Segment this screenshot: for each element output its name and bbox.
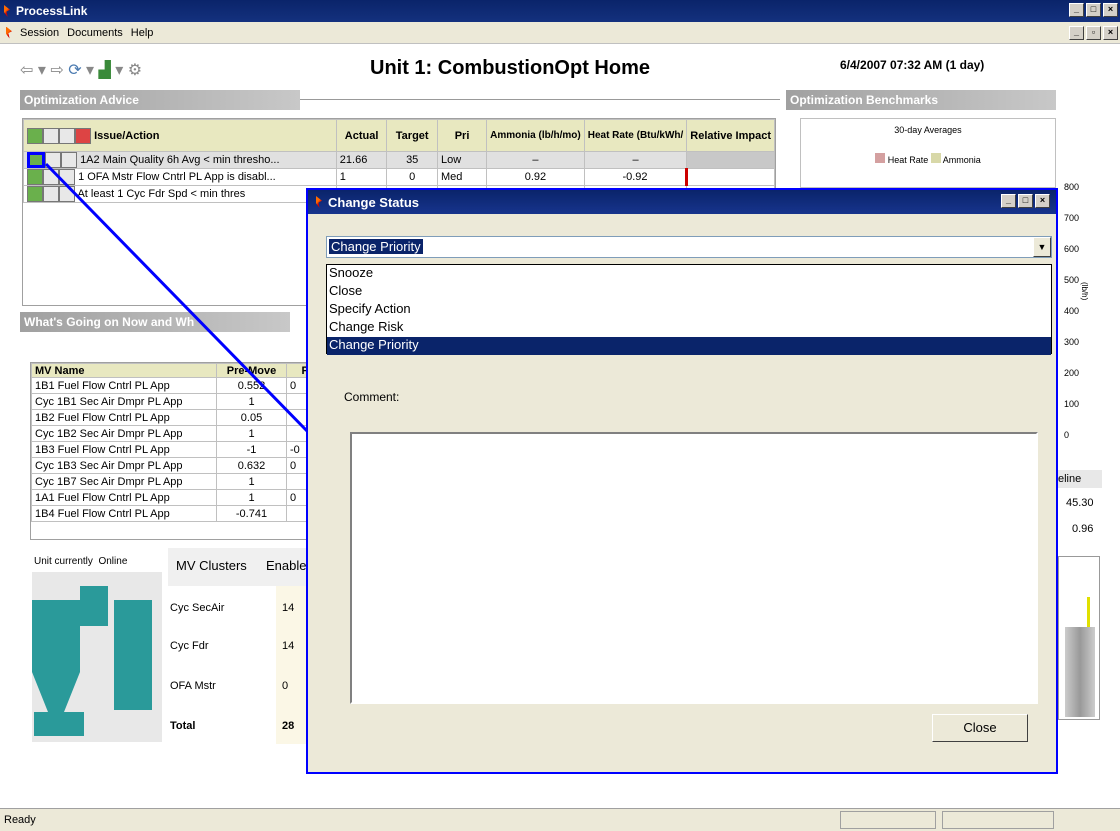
comment-label: Comment: [344,390,400,404]
option-change-risk[interactable]: Change Risk [327,319,1051,337]
status-select[interactable]: Change Priority ▼ [326,236,1052,258]
dialog-title: Change Status [328,194,420,210]
dialog-maximize-button[interactable]: □ [1018,194,1033,208]
comment-textarea[interactable] [350,432,1038,704]
dialog-logo-icon [316,196,322,208]
status-bar: Ready [0,808,1120,831]
option-close[interactable]: Close [327,283,1051,301]
close-button[interactable]: Close [932,714,1028,742]
option-change-priority[interactable]: Change Priority [327,337,1051,355]
dialog-minimize-button[interactable]: _ [1001,194,1016,208]
dialog-close-x-button[interactable]: × [1035,194,1050,208]
option-snooze[interactable]: Snooze [327,265,1051,283]
status-options-list: Snooze Close Specify Action Change Risk … [326,264,1052,355]
status-text: Ready [4,814,36,826]
chevron-down-icon[interactable]: ▼ [1033,237,1051,257]
change-status-dialog: Change Status _ □ × Change Priority ▼ Sn… [306,188,1058,774]
option-specify-action[interactable]: Specify Action [327,301,1051,319]
dialog-titlebar: Change Status _ □ × [308,190,1056,214]
